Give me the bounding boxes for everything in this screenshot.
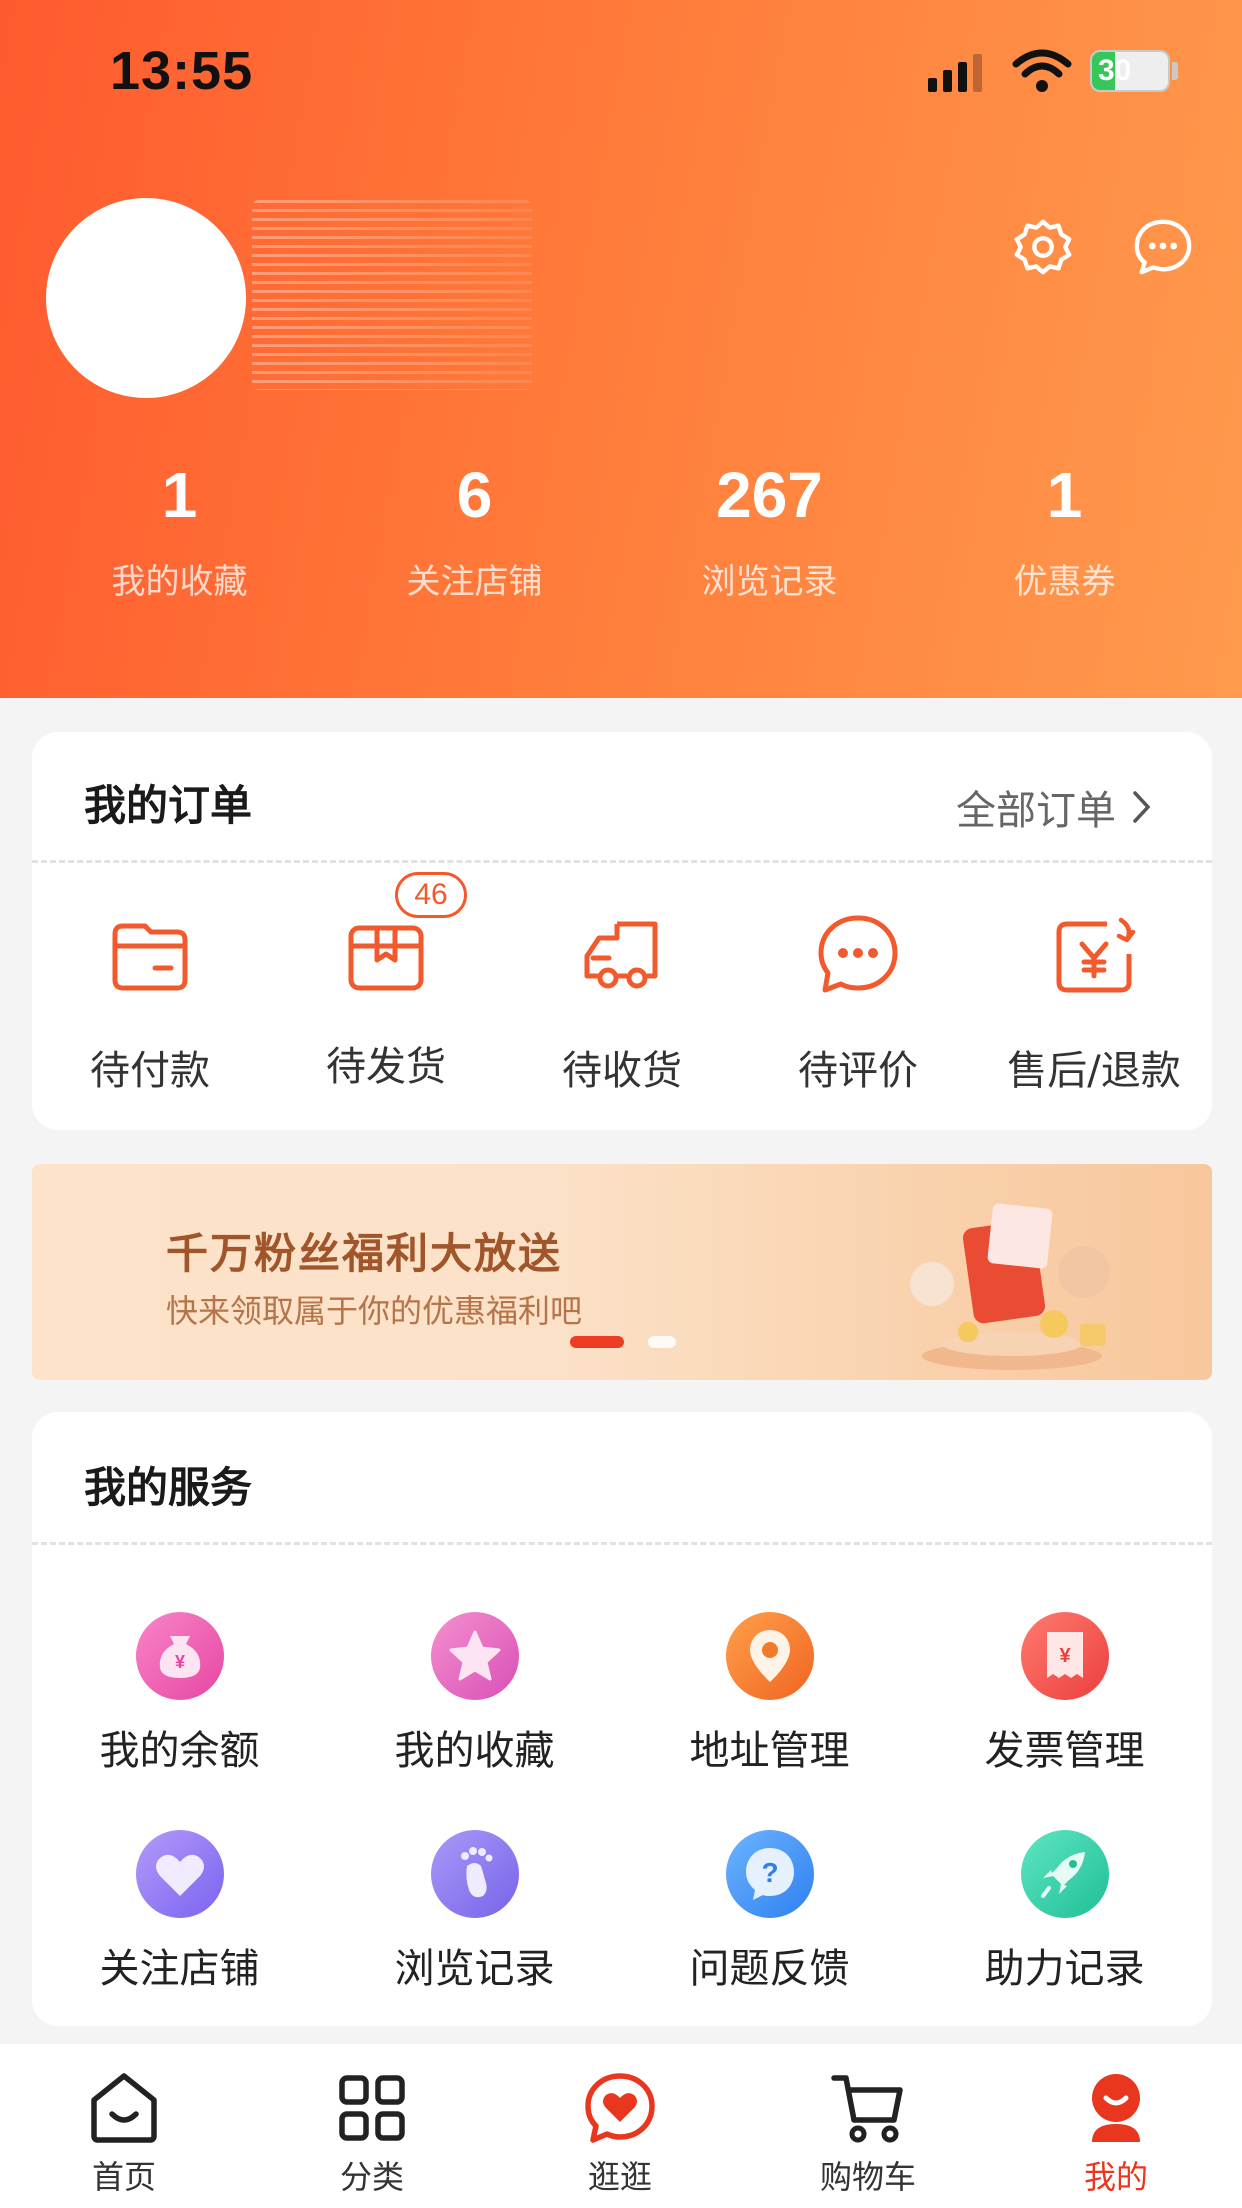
tab-label: 我的 (1083, 2158, 1148, 2196)
tab-profile[interactable]: 我的 (992, 2044, 1240, 2208)
battery-icon: 30 (1090, 50, 1170, 92)
heart-bubble-icon (585, 2073, 655, 2143)
promo-banner[interactable]: 千万粉丝福利大放送 快来领取属于你的优惠福利吧 (32, 1164, 1212, 1380)
order-label: 待付款 (90, 1048, 210, 1094)
tab-discover[interactable]: 逛逛 (496, 2044, 744, 2208)
category-grid-icon (339, 2075, 405, 2141)
service-boost-records[interactable]: 助力记录 (917, 1830, 1212, 1994)
money-bag-icon: ¥ (135, 1612, 224, 1700)
svg-text:¥: ¥ (1059, 1645, 1071, 1667)
status-time: 13:55 (110, 41, 254, 101)
home-icon (91, 2073, 157, 2143)
profile-icon (1092, 2074, 1140, 2142)
order-count-badge: 46 (395, 872, 467, 918)
service-invoice[interactable]: ¥ 发票管理 (917, 1612, 1212, 1776)
star-icon (430, 1612, 519, 1700)
profile-stats: 1 我的收藏 6 关注店铺 267 浏览记录 1 优惠券 (0, 458, 1242, 603)
tab-cart[interactable]: 购物车 (744, 2044, 992, 2208)
wifi-icon (1012, 49, 1072, 92)
service-label: 关注店铺 (99, 1946, 260, 1992)
question-icon: ? (725, 1830, 814, 1918)
tab-label: 首页 (91, 2158, 156, 2196)
refund-icon (1056, 917, 1136, 993)
banner-subtitle: 快来领取属于你的优惠福利吧 (166, 1292, 583, 1330)
stat-value: 267 (716, 459, 823, 531)
svg-text:¥: ¥ (174, 1652, 184, 1672)
service-followed-shops[interactable]: 关注店铺 (32, 1830, 327, 1994)
stat-label: 关注店铺 (406, 562, 543, 602)
tab-home[interactable]: 首页 (0, 2044, 248, 2208)
divider (32, 860, 1212, 863)
carousel-dot[interactable] (648, 1336, 676, 1348)
tab-category[interactable]: 分类 (248, 2044, 496, 2208)
service-label: 问题反馈 (689, 1946, 850, 1992)
carousel-dot-active[interactable] (570, 1336, 624, 1348)
invoice-icon: ¥ (1020, 1612, 1109, 1700)
battery-tip (1172, 62, 1178, 80)
username-blurred (252, 200, 532, 390)
tab-label: 逛逛 (587, 2158, 652, 2196)
service-label: 我的收藏 (394, 1728, 555, 1774)
stat-coupons[interactable]: 1 优惠券 (917, 458, 1212, 603)
orders-title: 我的订单 (84, 781, 253, 830)
chevron-right-icon (1133, 791, 1151, 823)
svg-text:?: ? (761, 1857, 778, 1888)
service-feedback[interactable]: ? 问题反馈 (622, 1830, 917, 1994)
package-icon (348, 925, 424, 991)
all-orders-link[interactable]: 全部订单 (956, 778, 1154, 836)
stat-history[interactable]: 267 浏览记录 (622, 458, 917, 603)
service-label: 我的余额 (99, 1728, 260, 1774)
footprint-icon (430, 1830, 519, 1918)
tab-label: 购物车 (819, 2158, 916, 2196)
truck-icon (584, 921, 658, 989)
service-label: 助力记录 (984, 1946, 1145, 1992)
stat-followed-shops[interactable]: 6 关注店铺 (327, 458, 622, 603)
service-label: 浏览记录 (394, 1946, 555, 1992)
stat-value: 1 (161, 459, 198, 531)
stat-favorites[interactable]: 1 我的收藏 (32, 458, 327, 603)
avatar[interactable] (46, 198, 246, 398)
services-card: 我的服务 ¥ 我的余额 我的收藏 地址管理 ¥ 发票管理 关注店铺 浏览记录 ?… (32, 1412, 1212, 2026)
orders-card: 我的订单 全部订单 待付款 46 待发货 待收货 待评价 售后/退款 (32, 732, 1212, 1130)
red-envelope-gift-icon (910, 1203, 1110, 1370)
order-label: 待评价 (798, 1048, 918, 1094)
service-balance[interactable]: ¥ 我的余额 (32, 1612, 327, 1776)
location-pin-icon (725, 1612, 814, 1700)
stat-label: 优惠券 (1013, 562, 1116, 602)
stat-value: 6 (456, 459, 493, 531)
rocket-icon (1020, 1830, 1109, 1918)
order-label: 待收货 (562, 1048, 682, 1094)
service-label: 地址管理 (689, 1728, 850, 1774)
order-label: 售后/退款 (1007, 1048, 1181, 1094)
all-orders-label: 全部订单 (956, 788, 1116, 834)
order-after-sales[interactable]: 售后/退款 (976, 910, 1212, 1096)
order-pending-payment[interactable]: 待付款 (32, 910, 268, 1096)
service-address[interactable]: 地址管理 (622, 1612, 917, 1776)
order-pending-receipt[interactable]: 待收货 (504, 910, 740, 1096)
stat-label: 我的收藏 (111, 562, 248, 602)
divider (32, 1542, 1212, 1545)
order-label: 待发货 (326, 1044, 446, 1090)
battery-level: 30 (1098, 54, 1132, 87)
chat-bubble-icon (818, 915, 898, 993)
bottom-tab-bar: 首页 分类 逛逛 购物车 我的 (0, 2044, 1242, 2208)
profile-header: 13:55 30 1 我的收藏 6 关注店铺 267 浏览记录 1 优惠券 (0, 0, 1242, 698)
cart-icon (831, 2075, 903, 2143)
service-favorites[interactable]: 我的收藏 (327, 1612, 622, 1776)
tab-label: 分类 (339, 2158, 404, 2196)
banner-title: 千万粉丝福利大放送 (166, 1229, 563, 1278)
order-pending-review[interactable]: 待评价 (740, 910, 976, 1096)
service-label: 发票管理 (984, 1728, 1145, 1774)
stat-value: 1 (1046, 459, 1083, 531)
order-pending-shipment[interactable]: 46 待发货 (268, 872, 504, 1092)
services-title: 我的服务 (84, 1463, 253, 1512)
gear-icon[interactable] (1012, 216, 1074, 278)
signal-icon (928, 52, 982, 92)
wallet-icon (112, 923, 188, 991)
message-icon[interactable] (1132, 216, 1194, 278)
stat-label: 浏览记录 (701, 562, 838, 602)
heart-icon (135, 1830, 224, 1918)
service-history[interactable]: 浏览记录 (327, 1830, 622, 1994)
